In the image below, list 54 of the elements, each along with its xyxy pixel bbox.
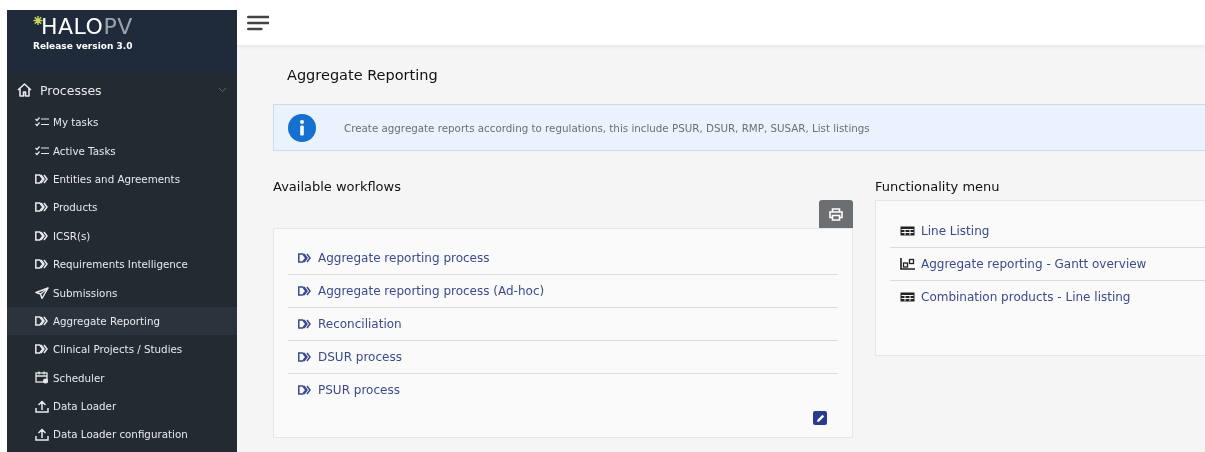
workflow-link[interactable]: Aggregate reporting process (288, 242, 838, 275)
functionality-link[interactable]: Aggregate reporting - Gantt overview (890, 248, 1205, 281)
table-icon (900, 292, 915, 302)
sidebar-item[interactable]: Entities and Agreements (7, 164, 237, 194)
table-icon (900, 226, 915, 236)
info-icon (288, 113, 316, 142)
info-text: Create aggregate reports according to regulations, this include PSUR, DSUR, RMP, SUSAR, List listings (344, 121, 870, 134)
process-icon (35, 259, 49, 270)
sidebar-item[interactable]: Products (7, 193, 237, 222)
processes-menu[interactable]: Processes (7, 72, 237, 108)
print-button[interactable] (819, 200, 853, 228)
upload-icon (35, 399, 49, 413)
sidebar-item[interactable]: Aggregate Reporting (7, 306, 237, 336)
process-icon (35, 344, 49, 355)
sidebar-item[interactable]: Requirements Intelligence (7, 249, 237, 279)
sidebar-item[interactable]: Data Loader configuration (7, 420, 237, 449)
sidebar-item[interactable]: ICSR(s) (7, 221, 237, 250)
section-heading: Functionality menu (875, 179, 1001, 196)
sidebar-item[interactable]: Active Tasks (7, 136, 237, 165)
sidebar-item[interactable]: Clinical Projects / Studies (7, 335, 237, 364)
checklist-icon (35, 117, 49, 128)
process-icon (298, 253, 312, 263)
process-icon (298, 319, 312, 329)
edit-button[interactable] (813, 411, 827, 425)
home-icon (17, 83, 32, 97)
process-icon (298, 385, 312, 395)
workflow-link[interactable]: Reconciliation (288, 308, 838, 341)
workflow-link[interactable]: Aggregate reporting process (Ad-hoc) (288, 275, 838, 308)
functionality-link[interactable]: Line Listing (890, 215, 1205, 248)
sidebar-item[interactable]: Scheduler (7, 363, 237, 392)
process-icon (35, 230, 49, 241)
process-icon (35, 173, 49, 184)
menu-icon[interactable] (247, 14, 269, 31)
calendar-icon (35, 371, 49, 385)
brand-logo: HALOPV (41, 16, 133, 38)
sidebar-item[interactable]: Data Loader (7, 391, 237, 421)
upload-icon (35, 428, 49, 441)
workflow-link[interactable]: PSUR process (288, 374, 838, 406)
pencil-icon (815, 413, 825, 423)
section-heading: Available workflows (273, 179, 402, 196)
paper-plane-icon (35, 286, 49, 299)
printer-icon (829, 207, 843, 221)
functionality-link[interactable]: Combination products - Line listing (890, 281, 1205, 313)
process-icon (35, 315, 49, 326)
sidebar-item[interactable]: Submissions (7, 278, 237, 307)
process-icon (35, 202, 49, 213)
page-title: Aggregate Reporting (287, 67, 439, 85)
checklist-icon (35, 145, 49, 156)
process-icon (298, 286, 312, 296)
release-version: Release version 3.0 (33, 41, 134, 51)
process-icon (298, 352, 312, 362)
chart-icon (900, 258, 915, 270)
sidebar-item[interactable]: My tasks (7, 108, 237, 137)
workflow-link[interactable]: DSUR process (288, 341, 838, 374)
